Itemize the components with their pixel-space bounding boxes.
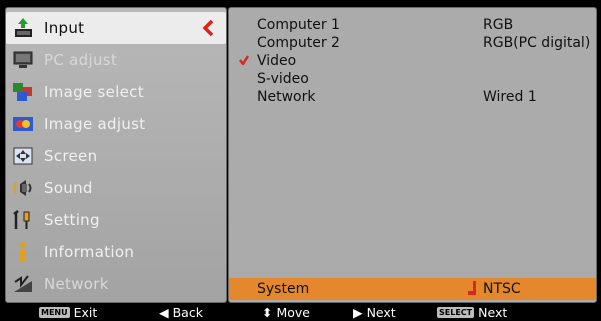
menu-item-label: PC adjust — [44, 51, 118, 69]
pointer-icon — [468, 281, 476, 295]
chevron-left-icon — [202, 19, 214, 37]
select-key-icon: SELECT — [437, 307, 475, 318]
main-menu: Input PC adjust Image select Image adjus… — [5, 7, 227, 303]
system-row[interactable]: System NTSC — [229, 278, 596, 300]
network-icon — [12, 273, 34, 295]
menu-item-pc-adjust[interactable]: PC adjust — [6, 44, 226, 76]
menu-item-setting[interactable]: Setting — [6, 204, 226, 236]
menu-item-label: Image adjust — [44, 115, 146, 133]
option-value: Wired 1 — [483, 89, 537, 105]
option-name: Video — [257, 53, 297, 69]
option-value: RGB — [483, 17, 514, 33]
checkmark-icon — [239, 55, 249, 65]
input-option-s-video[interactable]: S-video — [229, 70, 596, 88]
menu-item-image-select[interactable]: Image select — [6, 76, 226, 108]
system-label: System — [257, 281, 310, 297]
option-name: Network — [257, 89, 316, 105]
option-name: Computer 2 — [257, 35, 340, 51]
option-name: S-video — [257, 71, 309, 87]
menu-item-label: Image select — [44, 83, 144, 101]
menu-item-label: Sound — [44, 179, 93, 197]
pc-adjust-icon — [12, 49, 34, 71]
menu-item-screen[interactable]: Screen — [6, 140, 226, 172]
help-move: ⬍ Move — [262, 305, 310, 320]
menu-item-label: Network — [44, 275, 109, 293]
system-value: NTSC — [483, 281, 521, 297]
input-options-panel: Computer 1 RGB Computer 2 RGB(PC digital… — [228, 7, 597, 303]
menu-item-input[interactable]: Input — [6, 12, 226, 44]
menu-item-label: Setting — [44, 211, 100, 229]
menu-item-label: Screen — [44, 147, 98, 165]
help-next: ▶ Next — [353, 305, 396, 320]
help-back: ◀ Back — [159, 305, 203, 320]
information-icon — [12, 241, 34, 263]
input-option-network[interactable]: Network Wired 1 — [229, 88, 596, 106]
help-select-next: SELECT Next — [437, 305, 508, 320]
option-name: Computer 1 — [257, 17, 340, 33]
screen-icon — [12, 145, 34, 167]
setting-icon — [12, 209, 34, 231]
input-option-video[interactable]: Video — [229, 52, 596, 70]
option-value: RGB(PC digital) — [483, 35, 591, 51]
menu-item-image-adjust[interactable]: Image adjust — [6, 108, 226, 140]
input-option-computer-1[interactable]: Computer 1 RGB — [229, 16, 596, 34]
help-exit: MENU Exit — [39, 305, 98, 320]
input-icon — [12, 17, 34, 39]
menu-item-label: Information — [44, 243, 135, 261]
image-adjust-icon — [12, 113, 34, 135]
help-bar: MENU Exit ◀ Back ⬍ Move ▶ Next SELECT Next — [5, 304, 595, 321]
menu-item-label: Input — [44, 19, 85, 37]
sound-icon — [12, 177, 34, 199]
image-select-icon — [12, 81, 34, 103]
menu-item-information[interactable]: Information — [6, 236, 226, 268]
menu-item-sound[interactable]: Sound — [6, 172, 226, 204]
projector-osd: Input PC adjust Image select Image adjus… — [0, 0, 601, 321]
menu-item-network[interactable]: Network — [6, 268, 226, 300]
input-option-computer-2[interactable]: Computer 2 RGB(PC digital) — [229, 34, 596, 52]
menu-key-icon: MENU — [39, 307, 70, 318]
